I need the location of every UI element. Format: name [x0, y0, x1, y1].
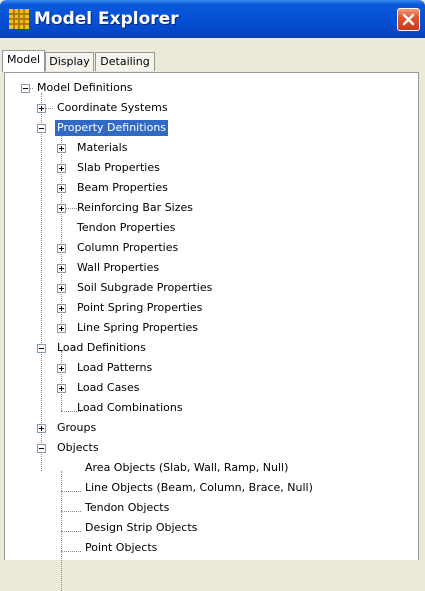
- tree-node-column-properties[interactable]: Column Properties: [75, 240, 180, 256]
- tree-connector: [61, 551, 81, 552]
- tree-node-groups[interactable]: Groups: [55, 420, 98, 436]
- tree-node-area-objects[interactable]: Area Objects (Slab, Wall, Ramp, Null): [83, 460, 290, 476]
- tree-node-slab-properties[interactable]: Slab Properties: [75, 160, 162, 176]
- tree-node-property-definitions[interactable]: Property Definitions: [55, 120, 169, 136]
- tree-node-load-cases[interactable]: Load Cases: [75, 380, 142, 396]
- tree-connector: [61, 131, 62, 329]
- expand-toggle-point-spring-properties[interactable]: [57, 304, 66, 313]
- tree-node-tendon-properties[interactable]: Tendon Properties: [75, 220, 177, 236]
- tree-node-design-strip-objects[interactable]: Design Strip Objects: [83, 520, 199, 536]
- close-icon: [402, 13, 415, 26]
- tab-display[interactable]: Display: [45, 52, 94, 71]
- tree-node-point-objects[interactable]: Point Objects: [83, 540, 159, 556]
- expand-toggle-groups[interactable]: [37, 424, 46, 433]
- tree-node-load-combinations[interactable]: Load Combinations: [75, 400, 185, 416]
- tree-node-line-spring-properties[interactable]: Line Spring Properties: [75, 320, 200, 336]
- expand-toggle-load-patterns[interactable]: [57, 364, 66, 373]
- tree-node-tendon-objects[interactable]: Tendon Objects: [83, 500, 171, 516]
- expand-toggle-coordinate-systems[interactable]: [37, 104, 46, 113]
- expand-toggle-line-spring-properties[interactable]: [57, 324, 66, 333]
- expand-toggle-reinforcing-bar-sizes[interactable]: [57, 204, 66, 213]
- expand-toggle-load-cases[interactable]: [57, 384, 66, 393]
- tree-node-soil-subgrade-properties[interactable]: Soil Subgrade Properties: [75, 280, 214, 296]
- tree-connector: [61, 351, 62, 411]
- collapse-toggle-property-definitions[interactable]: [37, 124, 46, 133]
- tab-model[interactable]: Model: [2, 50, 45, 72]
- expand-toggle-column-properties[interactable]: [57, 244, 66, 253]
- tree-node-coordinate-systems[interactable]: Coordinate Systems: [55, 100, 170, 116]
- model-explorer-window: Model Explorer Model Display Detailing M…: [0, 0, 425, 591]
- window-title: Model Explorer: [34, 9, 179, 29]
- expand-toggle-beam-properties[interactable]: [57, 184, 66, 193]
- tree-node-line-objects[interactable]: Line Objects (Beam, Column, Brace, Null): [83, 480, 315, 496]
- expand-toggle-wall-properties[interactable]: [57, 264, 66, 273]
- expand-toggle-slab-properties[interactable]: [57, 164, 66, 173]
- tree-node-beam-properties[interactable]: Beam Properties: [75, 180, 170, 196]
- tree-node-point-spring-properties[interactable]: Point Spring Properties: [75, 300, 204, 316]
- close-button[interactable]: [397, 8, 420, 31]
- model-tree: Model Definitions Coordinate Systems Pro…: [4, 72, 419, 591]
- title-bar[interactable]: Model Explorer: [0, 0, 425, 38]
- tree-connector: [61, 511, 81, 512]
- expand-toggle-soil-subgrade-properties[interactable]: [57, 284, 66, 293]
- tab-detailing[interactable]: Detailing: [95, 52, 155, 71]
- tree-node-load-definitions[interactable]: Load Definitions: [55, 340, 148, 356]
- tree-node-load-patterns[interactable]: Load Patterns: [75, 360, 154, 376]
- tree-node-wall-properties[interactable]: Wall Properties: [75, 260, 161, 276]
- collapse-toggle-model-definitions[interactable]: [21, 84, 30, 93]
- tree-node-reinforcing-bar-sizes[interactable]: Reinforcing Bar Sizes: [75, 200, 195, 216]
- tree-connector: [61, 491, 81, 492]
- collapse-toggle-objects[interactable]: [37, 444, 46, 453]
- tree-node-objects[interactable]: Objects: [55, 440, 101, 456]
- tree-node-model-definitions[interactable]: Model Definitions: [35, 80, 135, 96]
- grid-icon: [9, 9, 29, 29]
- collapse-toggle-load-definitions[interactable]: [37, 344, 46, 353]
- expand-toggle-materials[interactable]: [57, 144, 66, 153]
- explorer-panel: Model Display Detailing Model Definition…: [2, 38, 423, 591]
- tree-node-materials[interactable]: Materials: [75, 140, 129, 156]
- tree-connector: [61, 531, 81, 532]
- tree-connector: [41, 93, 42, 471]
